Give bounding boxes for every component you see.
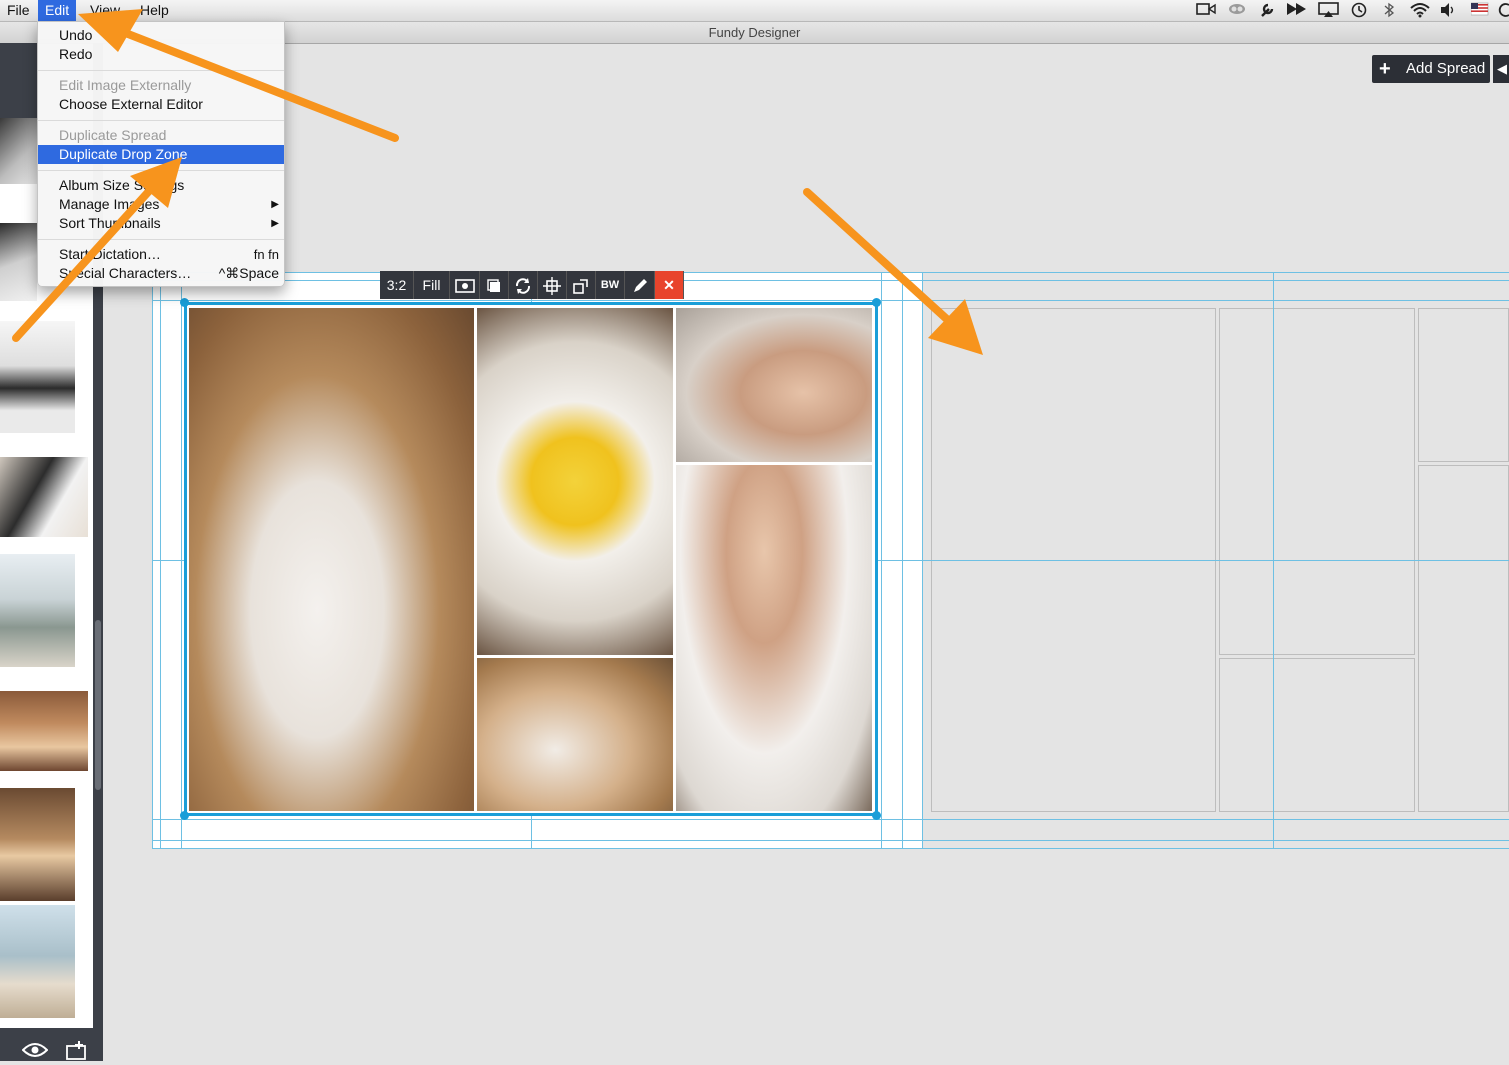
- menu-item-manage-images[interactable]: Manage Images ▶: [38, 195, 284, 214]
- guide-line: [881, 272, 882, 849]
- shortcut-label: fn fn: [253, 247, 279, 262]
- center-icon[interactable]: [538, 271, 567, 299]
- thumbnail[interactable]: [0, 554, 75, 667]
- menu-view[interactable]: View: [83, 0, 127, 21]
- drop-zone[interactable]: [1418, 465, 1509, 812]
- guide-line: [152, 272, 1509, 273]
- resize-handle[interactable]: [180, 298, 189, 307]
- user-icon[interactable]: [1497, 2, 1509, 22]
- menu-edit[interactable]: Edit: [38, 0, 77, 21]
- sidebar-header: [0, 43, 38, 118]
- thumbnail[interactable]: [0, 457, 88, 537]
- wifi-icon[interactable]: [1409, 2, 1431, 22]
- guide-line: [152, 819, 1509, 820]
- photo-bride-seated[interactable]: [189, 308, 474, 811]
- submenu-arrow-icon: ▶: [271, 199, 279, 210]
- delete-button[interactable]: ✕: [655, 271, 684, 299]
- add-spread-button[interactable]: + Add Spread: [1372, 55, 1490, 83]
- sidebar-footer: [0, 1028, 93, 1061]
- menu-help[interactable]: Help: [133, 0, 176, 21]
- edit-menu: Undo Redo Edit Image Externally Choose E…: [37, 21, 285, 287]
- guide-line: [1273, 272, 1274, 849]
- guide-line: [922, 272, 923, 849]
- wrench-icon[interactable]: [1259, 2, 1275, 22]
- menu-separator: [38, 120, 284, 121]
- add-images-icon[interactable]: [65, 1040, 91, 1065]
- scrollbar-thumb[interactable]: [95, 620, 101, 790]
- drop-zone[interactable]: [1219, 658, 1415, 812]
- submenu-arrow-icon: ▶: [271, 218, 279, 229]
- menu-separator: [38, 170, 284, 171]
- airplay-icon[interactable]: [1318, 2, 1340, 22]
- guide-line: [152, 840, 1509, 841]
- chevron-left-icon: ◀: [1497, 61, 1507, 76]
- resize-handle[interactable]: [872, 298, 881, 307]
- photo-bouquet[interactable]: [477, 308, 673, 655]
- guide-line: [160, 272, 161, 849]
- menu-item-sort-thumbnails[interactable]: Sort Thumbnails ▶: [38, 214, 284, 233]
- menu-item-redo[interactable]: Redo: [38, 45, 284, 64]
- thumbnail[interactable]: [0, 788, 75, 901]
- fast-forward-icon[interactable]: [1286, 2, 1308, 20]
- guide-line: [152, 848, 1509, 849]
- image-toolbar: 3:2 Fill BW ✕: [380, 271, 684, 299]
- photo-bride-bed[interactable]: [477, 658, 673, 811]
- photo-bride-portrait[interactable]: [676, 465, 872, 811]
- resize-handle[interactable]: [180, 811, 189, 820]
- menu-item-choose-external-editor[interactable]: Choose External Editor: [38, 95, 284, 114]
- eye-icon[interactable]: [21, 1042, 49, 1063]
- thumbnail[interactable]: [0, 321, 75, 433]
- pencil-icon[interactable]: [625, 271, 655, 299]
- video-icon[interactable]: [1196, 2, 1216, 20]
- menu-item-duplicate-spread[interactable]: Duplicate Spread: [38, 126, 284, 145]
- rotate-icon[interactable]: [509, 271, 538, 299]
- bluetooth-icon[interactable]: [1382, 2, 1396, 22]
- menu-item-start-dictation[interactable]: Start Dictation… fn fn: [38, 245, 284, 264]
- menu-item-album-size-settings[interactable]: Album Size Settings: [38, 176, 284, 195]
- shortcut-label: ^⌘Space: [218, 265, 279, 281]
- drop-zone[interactable]: [1418, 308, 1509, 462]
- plus-icon: +: [1379, 58, 1391, 80]
- thumbnail[interactable]: [0, 691, 88, 771]
- creative-cloud-icon[interactable]: [1227, 2, 1247, 20]
- menu-bar: File Edit View Help: [0, 0, 1509, 22]
- resize-handle[interactable]: [872, 811, 881, 820]
- photo-bride-closeup[interactable]: [676, 308, 872, 462]
- bw-button[interactable]: BW: [596, 271, 625, 299]
- menu-item-duplicate-drop-zone[interactable]: Duplicate Drop Zone: [38, 145, 284, 164]
- time-machine-icon[interactable]: [1350, 2, 1368, 22]
- selected-drop-zone[interactable]: [184, 302, 878, 816]
- menu-separator: [38, 70, 284, 71]
- layer-icon[interactable]: [480, 271, 509, 299]
- volume-icon[interactable]: [1439, 2, 1457, 22]
- thumbnail[interactable]: [0, 223, 37, 301]
- add-spread-label: Add Spread: [1406, 60, 1486, 77]
- menu-item-edit-image-externally[interactable]: Edit Image Externally: [38, 76, 284, 95]
- swap-icon[interactable]: [567, 271, 596, 299]
- guide-line: [152, 272, 153, 849]
- menu-separator: [38, 239, 284, 240]
- menu-item-special-characters[interactable]: Special Characters… ^⌘Space: [38, 264, 284, 283]
- collapse-button[interactable]: ◀: [1493, 55, 1509, 83]
- guide-line: [152, 300, 1509, 301]
- thumbnail[interactable]: [0, 905, 75, 1018]
- guide-line: [181, 272, 182, 849]
- drop-zone[interactable]: [1219, 308, 1415, 655]
- flag-icon[interactable]: [1470, 2, 1489, 20]
- guide-line: [902, 272, 903, 849]
- menu-item-undo[interactable]: Undo: [38, 26, 284, 45]
- ratio-button[interactable]: 3:2: [380, 271, 414, 299]
- menu-file[interactable]: File: [0, 0, 37, 21]
- thumbnail[interactable]: [0, 118, 37, 184]
- fill-button[interactable]: Fill: [414, 271, 450, 299]
- guide-line: [152, 280, 1509, 281]
- image-info-icon[interactable]: [450, 271, 480, 299]
